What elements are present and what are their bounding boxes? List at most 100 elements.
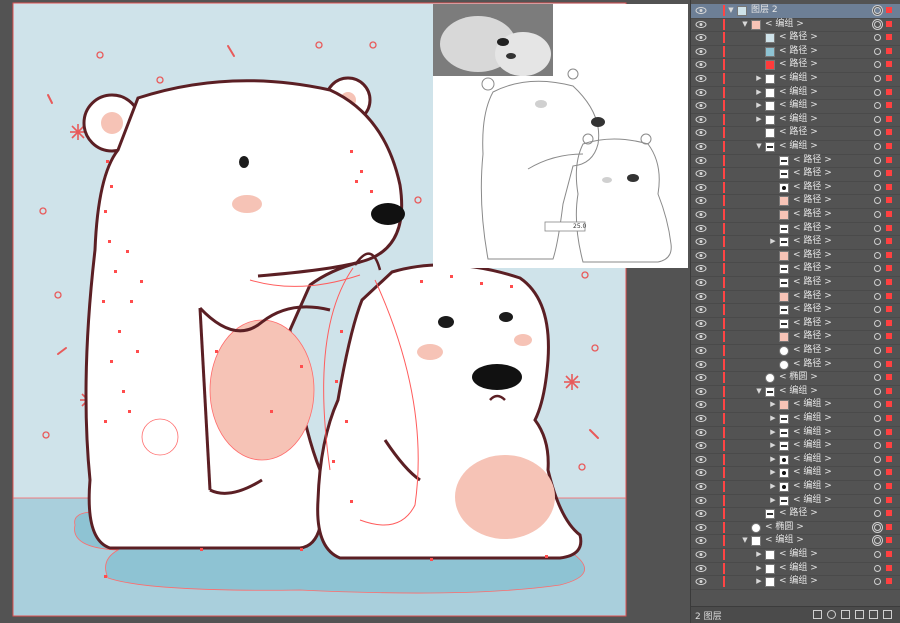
layer-row[interactable]: < 路径 > bbox=[691, 358, 900, 372]
expand-arrow-icon[interactable]: ▶ bbox=[755, 99, 763, 112]
visibility-eye-icon[interactable] bbox=[695, 262, 707, 275]
visibility-eye-icon[interactable] bbox=[695, 99, 707, 112]
selection-indicator[interactable] bbox=[886, 265, 892, 272]
selection-indicator[interactable] bbox=[886, 34, 892, 41]
layer-target-icon[interactable] bbox=[874, 401, 881, 409]
layer-row[interactable]: ▶ < 编组 > bbox=[691, 548, 900, 562]
expand-arrow-icon[interactable]: ▶ bbox=[769, 426, 777, 439]
selection-indicator[interactable] bbox=[886, 211, 892, 217]
layer-target-icon[interactable] bbox=[874, 551, 881, 558]
layers-panel[interactable]: ▼ 图层 2 ▼ < 编组 > < 路径 > < 路径 > < 路径 > ▶ < 编组 > ▶ < … bbox=[690, 0, 900, 623]
expand-arrow-icon[interactable]: ▶ bbox=[755, 86, 763, 99]
selection-indicator[interactable] bbox=[886, 20, 892, 27]
visibility-eye-icon[interactable] bbox=[695, 86, 707, 99]
layer-row[interactable]: ▶ < 编组 > bbox=[691, 99, 900, 113]
layer-row[interactable]: ▼ 图层 2 bbox=[691, 4, 900, 18]
selection-indicator[interactable] bbox=[886, 387, 892, 394]
layer-target-icon[interactable] bbox=[874, 88, 881, 96]
selection-indicator[interactable] bbox=[886, 360, 892, 367]
layer-target-icon[interactable] bbox=[874, 319, 881, 327]
collapse-arrow-icon[interactable]: ▼ bbox=[727, 4, 735, 17]
expand-arrow-icon[interactable]: ▶ bbox=[769, 453, 777, 466]
selection-indicator[interactable] bbox=[886, 238, 892, 245]
selection-indicator[interactable] bbox=[886, 47, 892, 54]
layer-target-icon[interactable] bbox=[874, 129, 881, 137]
visibility-eye-icon[interactable] bbox=[695, 507, 707, 520]
layer-row[interactable]: < 路径 > bbox=[691, 167, 900, 181]
layer-row[interactable]: < 椭圆 > bbox=[691, 521, 900, 535]
artboard-canvas[interactable]: 25.0 bbox=[0, 0, 690, 623]
layer-target-icon[interactable] bbox=[874, 455, 881, 463]
selection-indicator[interactable] bbox=[886, 564, 892, 571]
layer-row[interactable]: < 路径 > bbox=[691, 194, 900, 208]
selection-indicator[interactable] bbox=[886, 102, 892, 109]
expand-arrow-icon[interactable]: ▶ bbox=[755, 72, 763, 85]
visibility-eye-icon[interactable] bbox=[695, 154, 707, 167]
layer-row[interactable]: < 路径 > bbox=[691, 262, 900, 276]
visibility-eye-icon[interactable] bbox=[695, 548, 707, 561]
visibility-eye-icon[interactable] bbox=[695, 358, 707, 371]
selection-indicator[interactable] bbox=[886, 483, 892, 489]
layer-row[interactable]: < 路径 > bbox=[691, 290, 900, 304]
selection-indicator[interactable] bbox=[886, 455, 892, 462]
selection-indicator[interactable] bbox=[886, 251, 892, 258]
layer-row[interactable]: < 路径 > bbox=[691, 154, 900, 168]
layer-row[interactable]: < 椭圆 > bbox=[691, 371, 900, 385]
trash-icon[interactable] bbox=[883, 610, 892, 619]
layer-row[interactable]: < 路径 > bbox=[691, 126, 900, 140]
visibility-eye-icon[interactable] bbox=[695, 439, 707, 452]
visibility-eye-icon[interactable] bbox=[695, 371, 707, 384]
layer-target-icon[interactable] bbox=[874, 211, 881, 218]
visibility-eye-icon[interactable] bbox=[695, 412, 707, 425]
layer-target-icon[interactable] bbox=[874, 265, 881, 273]
layer-row[interactable]: < 路径 > bbox=[691, 330, 900, 344]
selection-indicator[interactable] bbox=[886, 537, 892, 544]
visibility-eye-icon[interactable] bbox=[695, 426, 707, 439]
collapse-arrow-icon[interactable]: ▼ bbox=[741, 18, 749, 31]
selection-indicator[interactable] bbox=[886, 415, 892, 421]
visibility-eye-icon[interactable] bbox=[695, 58, 707, 71]
visibility-eye-icon[interactable] bbox=[695, 385, 707, 398]
selection-indicator[interactable] bbox=[886, 496, 892, 503]
layer-target-icon[interactable] bbox=[874, 115, 881, 123]
layer-row[interactable]: ▶ < 编组 > bbox=[691, 494, 900, 508]
expand-arrow-icon[interactable]: ▶ bbox=[769, 494, 777, 507]
visibility-eye-icon[interactable] bbox=[695, 453, 707, 466]
visibility-eye-icon[interactable] bbox=[695, 534, 707, 547]
visibility-eye-icon[interactable] bbox=[695, 344, 707, 357]
expand-arrow-icon[interactable]: ▶ bbox=[769, 466, 777, 479]
layer-row[interactable]: < 路径 > bbox=[691, 45, 900, 59]
expand-arrow-icon[interactable]: ▶ bbox=[755, 113, 763, 126]
selection-indicator[interactable] bbox=[886, 224, 892, 231]
selection-indicator[interactable] bbox=[886, 115, 892, 122]
visibility-eye-icon[interactable] bbox=[695, 4, 707, 17]
layer-row[interactable]: ▶ < 编组 > bbox=[691, 113, 900, 127]
layer-target-icon[interactable] bbox=[874, 306, 881, 314]
new-layer-icon[interactable] bbox=[869, 610, 878, 619]
visibility-eye-icon[interactable] bbox=[695, 466, 707, 479]
visibility-eye-icon[interactable] bbox=[695, 222, 707, 235]
layer-row[interactable]: ▼ < 编组 > bbox=[691, 18, 900, 32]
selection-indicator[interactable] bbox=[886, 333, 892, 340]
layer-row[interactable]: < 路径 > bbox=[691, 222, 900, 236]
selection-indicator[interactable] bbox=[886, 442, 892, 449]
selection-indicator[interactable] bbox=[886, 170, 892, 177]
selection-indicator[interactable] bbox=[886, 197, 892, 204]
expand-arrow-icon[interactable]: ▶ bbox=[769, 235, 777, 248]
layer-target-icon[interactable] bbox=[874, 197, 881, 205]
visibility-eye-icon[interactable] bbox=[695, 562, 707, 575]
layer-target-icon[interactable] bbox=[874, 333, 881, 341]
visibility-eye-icon[interactable] bbox=[695, 45, 707, 58]
layer-row[interactable]: < 路径 > bbox=[691, 507, 900, 521]
selection-indicator[interactable] bbox=[886, 279, 892, 285]
selection-indicator[interactable] bbox=[886, 75, 892, 81]
layer-row[interactable]: ▶ < 编组 > bbox=[691, 72, 900, 86]
visibility-eye-icon[interactable] bbox=[695, 276, 707, 289]
selection-indicator[interactable] bbox=[886, 7, 892, 13]
selection-indicator[interactable] bbox=[886, 143, 892, 149]
layer-row[interactable]: ▶ < 编组 > bbox=[691, 480, 900, 494]
visibility-eye-icon[interactable] bbox=[695, 181, 707, 194]
expand-arrow-icon[interactable]: ▶ bbox=[755, 562, 763, 575]
expand-arrow-icon[interactable]: ▶ bbox=[755, 548, 763, 561]
selection-indicator[interactable] bbox=[886, 319, 892, 326]
